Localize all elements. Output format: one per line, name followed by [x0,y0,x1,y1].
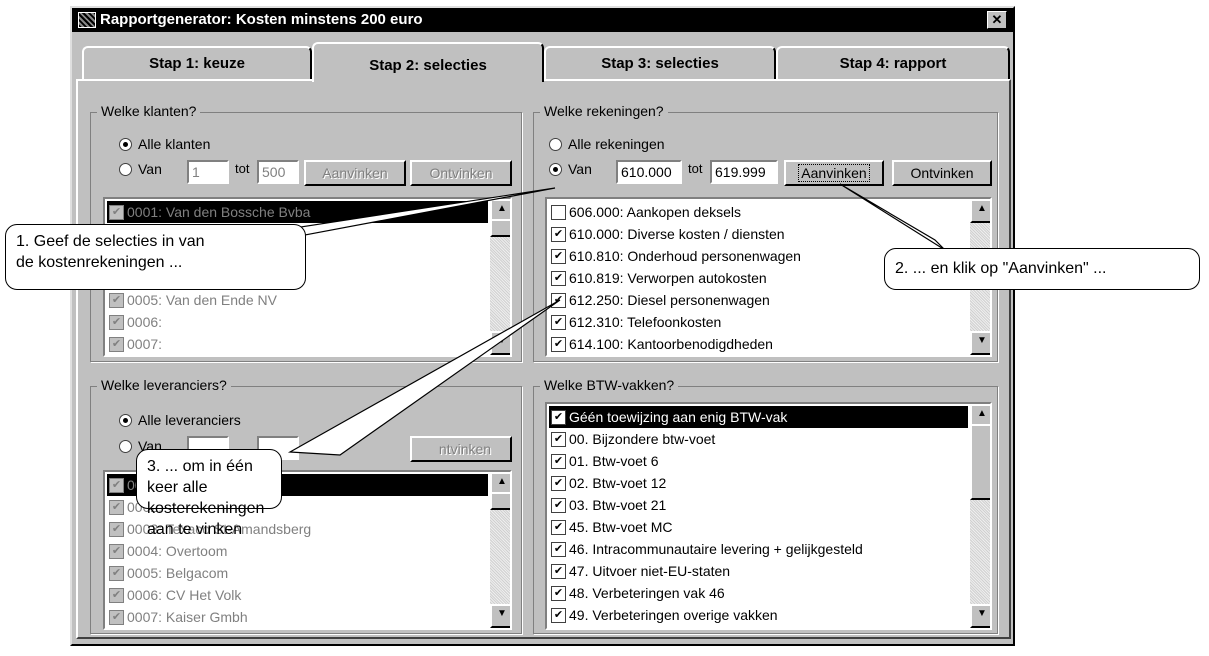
callout-1: 1. Geef de selecties in van de kostenrek… [5,224,306,290]
pointer-3 [287,299,561,456]
callout-1-line-1: 1. Geef de selecties in van [16,233,205,250]
callout-3-line-1: 3. ... om in één keer alle [147,458,253,496]
callout-pointers [189,183,946,456]
callout-2-text: 2. ... en klik op "Aanvinken" ... [895,260,1107,277]
callout-3: 3. ... om in één keer alle kosterekening… [136,449,282,538]
pointer-2 [839,183,946,251]
callout-1-line-2: de kostenrekeningen ... [16,254,183,271]
callout-2: 2. ... en klik op "Aanvinken" ... [884,248,1200,290]
callout-3-line-2: kosterekeningen aan te vinken [147,500,265,538]
